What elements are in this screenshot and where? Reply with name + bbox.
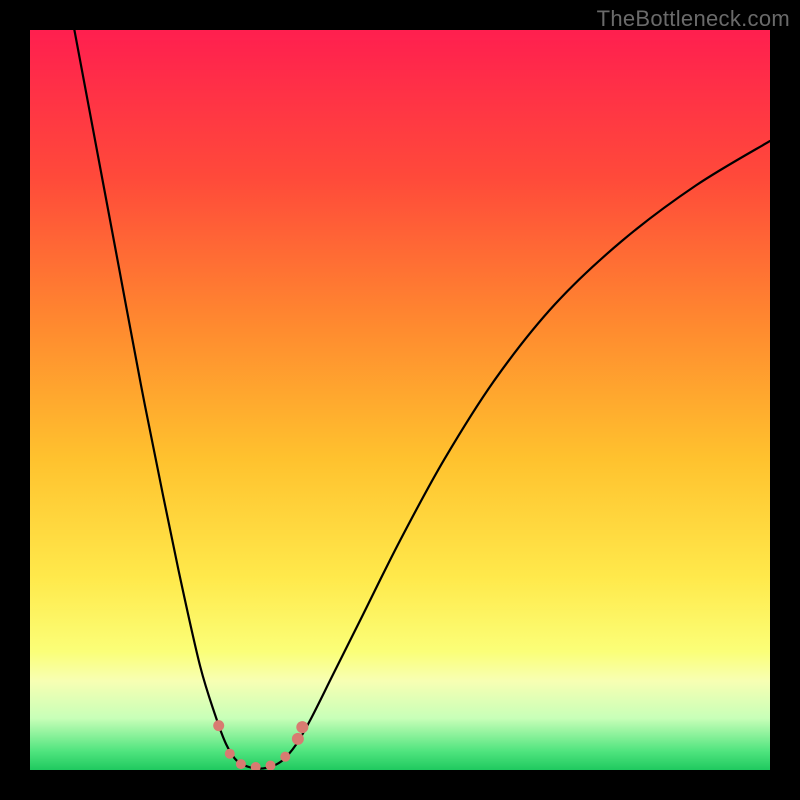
chart-background [30, 30, 770, 770]
data-marker [236, 759, 246, 769]
data-marker [213, 720, 224, 731]
data-marker [292, 733, 304, 745]
chart-frame [30, 30, 770, 770]
watermark-text: TheBottleneck.com [597, 6, 790, 32]
data-marker [225, 749, 235, 759]
bottleneck-chart [30, 30, 770, 770]
data-marker [280, 752, 290, 762]
data-marker [296, 721, 308, 733]
